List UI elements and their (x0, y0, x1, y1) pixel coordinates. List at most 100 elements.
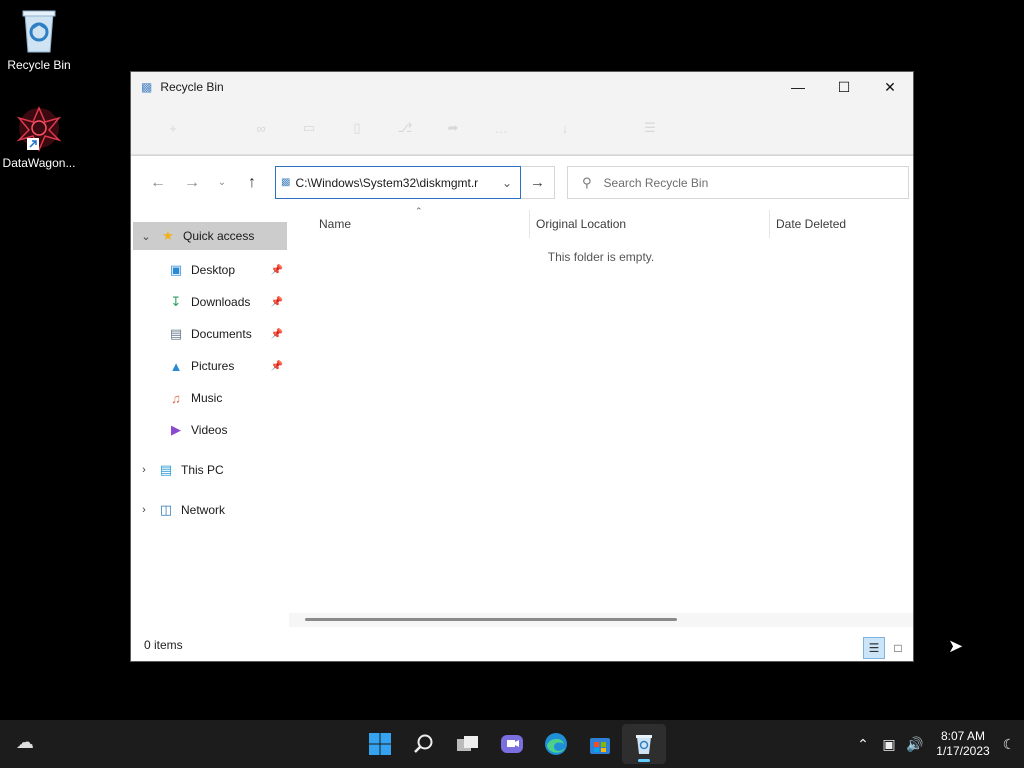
desktop-icon-datawagon[interactable]: DataWagon... (0, 106, 78, 170)
view-icon[interactable]: ☰ (605, 114, 695, 142)
clock[interactable]: 8:07 AM 1/17/2023 (932, 729, 994, 759)
sidebar-item-label: Desktop (191, 263, 236, 277)
rename-icon[interactable]: ⎇ (381, 114, 429, 142)
sidebar-item-videos[interactable]: ▶ Videos (131, 414, 289, 446)
sidebar-item-label: Documents (191, 327, 252, 341)
recycle-bin-icon (22, 10, 56, 53)
chevron-down-icon[interactable]: ⌄ (133, 230, 159, 243)
sidebar-item-label: Network (181, 503, 226, 517)
sidebar-item-music[interactable]: ♫ Music (131, 382, 289, 414)
recycle-bin-small-icon: ▩ (281, 177, 291, 188)
new-icon[interactable]: + (149, 114, 197, 142)
up-arrow-icon[interactable]: ↑ (235, 168, 269, 198)
recycle-bin-taskbar-icon[interactable] (622, 724, 666, 764)
sidebar-item-label: Quick access (183, 229, 255, 243)
address-input[interactable]: C:\Windows\System32\diskmgmt.r (295, 176, 494, 190)
details-view-icon[interactable]: ☰ (863, 637, 885, 659)
sidebar-item-desktop[interactable]: ▣ Desktop 📌 (131, 254, 289, 286)
column-header-date-deleted[interactable]: Date Deleted (769, 210, 913, 238)
file-list: ⌃ Name Original Location Date Deleted Th… (289, 206, 913, 629)
sidebar-item-label: This PC (181, 463, 224, 477)
column-header-original-location[interactable]: Original Location (529, 210, 769, 238)
column-header-row: ⌃ Name Original Location Date Deleted (289, 206, 913, 238)
system-tray: ⌃ ▣ 🔊 8:07 AM 1/17/2023 ☾ (850, 720, 1024, 768)
cut-icon[interactable]: ∞ (237, 114, 285, 142)
computer-icon: ▤ (159, 462, 173, 477)
minimize-button[interactable]: — (775, 72, 821, 102)
chevron-right-icon[interactable]: › (131, 464, 157, 476)
chevron-right-icon[interactable]: › (131, 504, 157, 516)
pin-icon[interactable]: 📌 (271, 329, 283, 340)
clock-time: 8:07 AM (940, 729, 986, 743)
item-count: 0 items (144, 638, 183, 652)
desktop-icon-recycle-bin[interactable]: Recycle Bin (0, 8, 78, 72)
teams-chat-icon[interactable] (490, 724, 534, 764)
sidebar-item-quick-access[interactable]: ⌄ ★ Quick access (133, 222, 287, 250)
window-title: Recycle Bin (160, 80, 224, 94)
address-bar[interactable]: ▩ C:\Windows\System32\diskmgmt.r ⌄ (275, 166, 521, 199)
windows-logo-icon (369, 733, 391, 755)
sidebar-item-documents[interactable]: ▤ Documents 📌 (131, 318, 289, 350)
empty-folder-message: This folder is empty. (547, 250, 655, 264)
search-icon[interactable] (402, 724, 446, 764)
sidebar-item-this-pc[interactable]: › ▤ This PC (131, 454, 289, 486)
start-windows-icon[interactable] (358, 724, 402, 764)
go-arrow-icon[interactable]: → (521, 166, 555, 199)
recent-locations-chevron-icon[interactable]: ⌄ (209, 168, 235, 198)
star-icon: ★ (162, 228, 174, 243)
more-icon[interactable] (695, 114, 743, 142)
chevron-down-icon[interactable]: ⌄ (494, 176, 520, 190)
recycle-bin-small-icon: ▩ (141, 80, 153, 94)
copy-icon[interactable]: ▭ (285, 114, 333, 142)
pin-icon[interactable]: 📌 (271, 361, 283, 372)
maximize-button[interactable]: ☐ (821, 72, 867, 102)
column-header-name[interactable]: Name (313, 210, 529, 238)
search-box[interactable]: ⚲ Search Recycle Bin (567, 166, 909, 199)
datawagon-icon (16, 106, 62, 152)
taskbar-apps (358, 724, 666, 764)
status-bar: 0 items (131, 629, 913, 661)
volume-icon[interactable]: 🔊 (902, 736, 928, 753)
sidebar-item-network[interactable]: › ◫ Network (131, 494, 289, 526)
edge-browser-icon[interactable] (534, 724, 578, 764)
horizontal-scrollbar-thumb[interactable] (305, 618, 677, 621)
desktop-icon-label: Recycle Bin (7, 58, 71, 72)
busy-cursor-icon: ➤ (948, 636, 964, 656)
pin-icon[interactable]: 📌 (271, 297, 283, 308)
music-icon: ♫ (171, 390, 181, 406)
explorer-body: ⌄ ★ Quick access ▣ Desktop 📌 ↧ Downloads… (131, 206, 913, 629)
sort-icon[interactable]: ↓ (525, 114, 605, 142)
sidebar-item-label: Music (191, 391, 223, 405)
sidebar-item-pictures[interactable]: ▲ Pictures 📌 (131, 350, 289, 382)
microsoft-store-icon[interactable] (578, 724, 622, 764)
network-icon: ◫ (159, 502, 173, 517)
weather-cloud-icon[interactable]: ☁ (16, 732, 42, 756)
task-view-icon[interactable] (446, 724, 490, 764)
sidebar-item-label: Pictures (191, 359, 235, 373)
close-button[interactable]: ✕ (867, 72, 913, 102)
paste-icon[interactable]: ▯ (333, 114, 381, 142)
ribbon-spacer (197, 114, 237, 142)
forward-arrow-icon[interactable]: → (175, 168, 209, 198)
focus-assist-moon-icon[interactable]: ☾ (994, 736, 1024, 753)
navigation-bar: ← → ⌄ ↑ ▩ C:\Windows\System32\diskmgmt.r… (131, 155, 913, 209)
download-icon: ↧ (170, 294, 182, 309)
large-icons-view-icon[interactable]: □ (887, 637, 909, 659)
document-icon: ▤ (169, 326, 183, 341)
pin-icon[interactable]: 📌 (271, 265, 283, 276)
chevron-up-icon[interactable]: ⌃ (850, 736, 876, 753)
sidebar-item-downloads[interactable]: ↧ Downloads 📌 (131, 286, 289, 318)
network-status-icon[interactable]: ▣ (876, 736, 902, 753)
taskbar: ☁ ⌃ ▣ 🔊 8:07 AM 1/17/2023 ☾ (0, 720, 1024, 768)
share-icon[interactable]: ➦ (429, 114, 477, 142)
file-explorer-window: ▩ Recycle Bin — ☐ ✕ + ∞ ▭ ▯ ⎇ ➦ … ↓ ☰ ← … (130, 71, 914, 662)
back-arrow-icon[interactable]: ← (141, 168, 175, 198)
videos-icon: ▶ (171, 422, 181, 437)
command-bar: + ∞ ▭ ▯ ⎇ ➦ … ↓ ☰ (131, 102, 913, 155)
title-bar[interactable]: ▩ Recycle Bin — ☐ ✕ (131, 72, 913, 102)
sidebar-item-label: Downloads (191, 295, 251, 309)
desktop-icon-label: DataWagon... (2, 156, 76, 170)
pictures-icon: ▲ (169, 358, 183, 374)
delete-icon[interactable]: … (477, 114, 525, 142)
desktop-folder-icon: ▣ (169, 262, 183, 277)
